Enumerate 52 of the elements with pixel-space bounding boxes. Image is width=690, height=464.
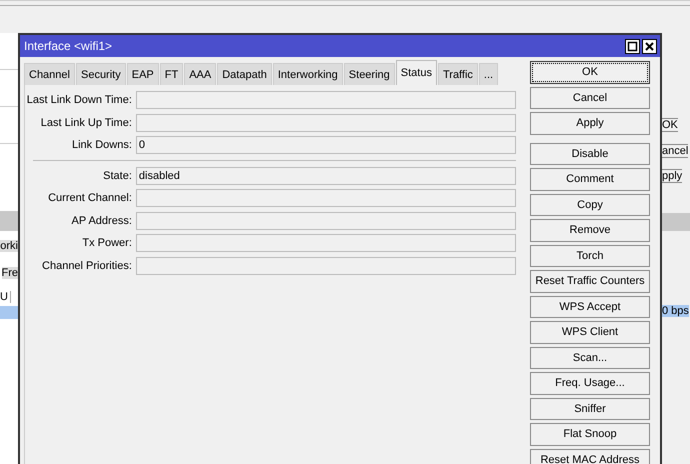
tab[interactable]: Interworking bbox=[272, 63, 343, 85]
field-label: Channel Priorities: bbox=[41, 260, 133, 272]
dialog-button[interactable]: WPS Client bbox=[530, 321, 650, 344]
dialog-button[interactable]: Torch bbox=[530, 244, 650, 267]
text-field[interactable]: 0 bbox=[136, 136, 516, 154]
dialog-button[interactable]: Freq. Usage... bbox=[530, 372, 650, 394]
field-label: Last Link Down Time: bbox=[26, 94, 133, 106]
tab[interactable]: Channel bbox=[24, 63, 75, 85]
tab[interactable]: ... bbox=[478, 63, 498, 85]
dialog-button[interactable]: WPS Accept bbox=[530, 296, 650, 318]
tab[interactable]: Traffic bbox=[438, 63, 478, 85]
text-field[interactable] bbox=[136, 189, 516, 208]
tab[interactable]: EAP bbox=[126, 63, 159, 85]
field-label: Tx Power: bbox=[81, 237, 133, 250]
tab[interactable]: FT bbox=[160, 63, 184, 85]
text-field[interactable] bbox=[136, 212, 516, 230]
text-field[interactable] bbox=[136, 91, 516, 110]
dialog-button[interactable]: Sniffer bbox=[530, 398, 650, 420]
dialog-button[interactable]: Remove bbox=[530, 219, 650, 242]
table-cell: 0 bps bbox=[662, 305, 689, 317]
tab-bar-background bbox=[662, 213, 690, 231]
maximize-icon[interactable] bbox=[625, 38, 640, 54]
tab[interactable]: AAA bbox=[184, 63, 216, 85]
field-label: Last Link Up Time: bbox=[40, 116, 133, 129]
column-header: U bbox=[0, 291, 11, 303]
field-label: State: bbox=[102, 170, 133, 182]
text-field[interactable]: disabled bbox=[136, 166, 516, 185]
tab[interactable]: Status bbox=[396, 60, 437, 85]
text-field[interactable] bbox=[136, 256, 516, 275]
text-field[interactable] bbox=[136, 114, 516, 132]
tab[interactable]: Steering bbox=[344, 63, 395, 85]
tab-label: orki bbox=[0, 240, 18, 252]
dialog-button[interactable]: OK bbox=[530, 61, 650, 84]
tab[interactable]: Security bbox=[76, 63, 126, 85]
selected-row bbox=[0, 306, 18, 319]
dialog-button[interactable]: Apply bbox=[530, 112, 650, 134]
field-label: Current Channel: bbox=[47, 192, 133, 204]
tab-label: Fre bbox=[2, 267, 18, 279]
dialog-button[interactable]: Comment bbox=[530, 168, 650, 190]
dialog-button[interactable]: Disable bbox=[530, 142, 650, 165]
field-label: Link Downs: bbox=[70, 139, 133, 152]
dialog-button[interactable]: Reset MAC Address bbox=[530, 448, 650, 464]
dialog-button[interactable]: Cancel bbox=[530, 86, 650, 109]
dialog-button[interactable]: Copy bbox=[530, 194, 650, 216]
field-label: AP Address: bbox=[70, 214, 133, 227]
dialog-button[interactable]: Scan... bbox=[530, 346, 650, 369]
window-title: Interface <wifi1> bbox=[24, 39, 112, 53]
close-icon[interactable] bbox=[642, 38, 657, 54]
tab[interactable]: Datapath bbox=[217, 63, 272, 85]
dialog-button[interactable]: Reset Traffic Counters bbox=[530, 270, 650, 292]
text-field[interactable] bbox=[136, 234, 516, 252]
dialog-button[interactable]: Flat Snoop bbox=[530, 423, 650, 446]
